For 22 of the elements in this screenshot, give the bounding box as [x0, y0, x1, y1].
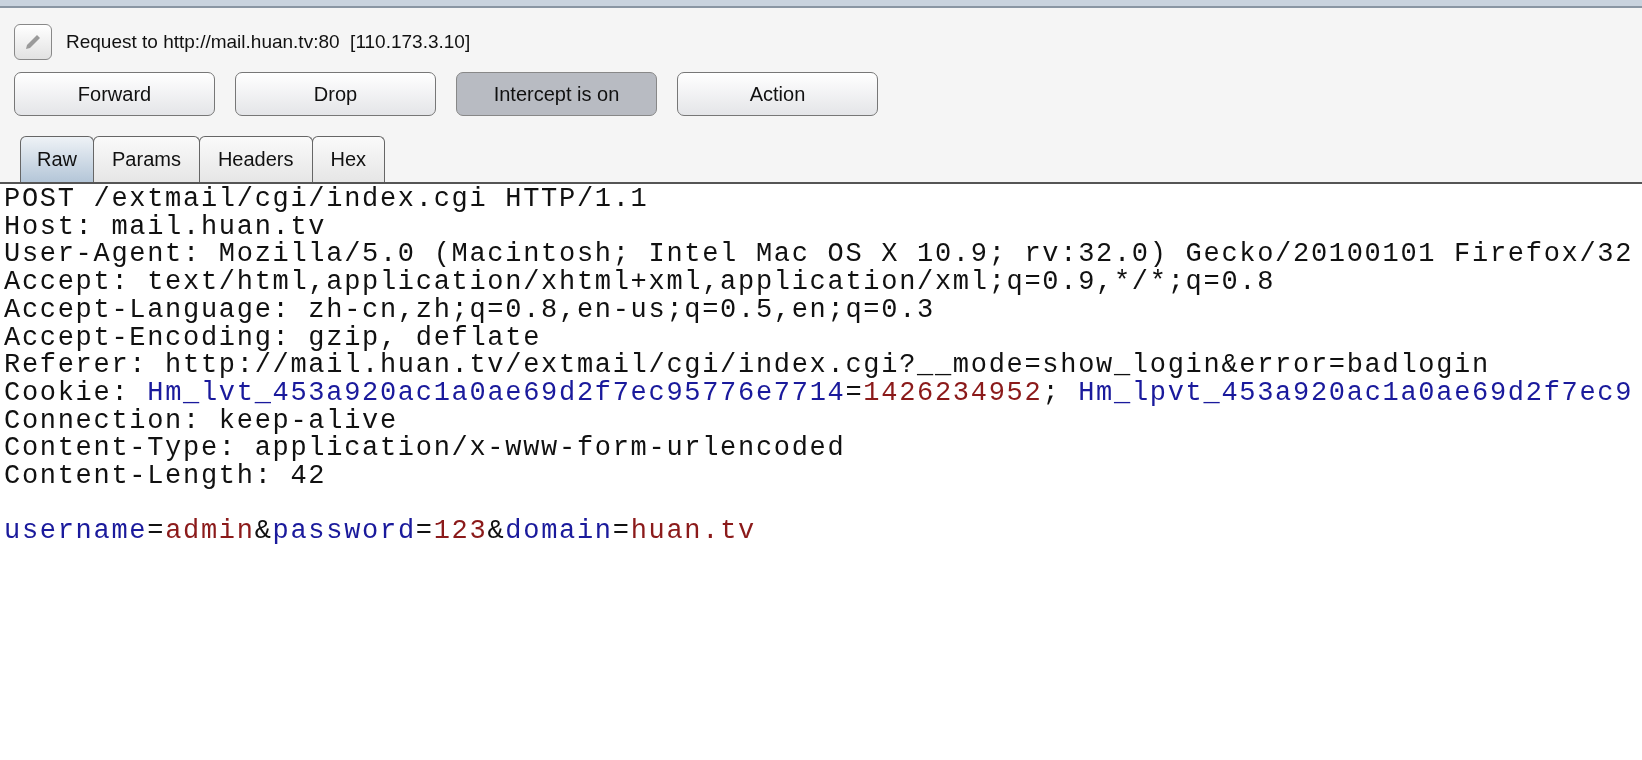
- toolbar-button[interactable]: Forward: [14, 72, 215, 116]
- request-line: Content-Length: 42: [4, 463, 327, 491]
- request-line: Connection: keep-alive: [4, 407, 398, 436]
- request-line: User-Agent: Mozilla/5.0 (Macintosh; Intel Mac OS X 10.9; rv:32.0) Gecko/20100101 Firefox/32: [4, 241, 1634, 270]
- request-line: username=admin&password=123&domain=huan.tv: [4, 518, 756, 547]
- tab[interactable]: Hex: [311, 136, 386, 182]
- tab[interactable]: Params: [93, 136, 200, 182]
- request-line: Referer: http://mail.huan.tv/extmail/cgi/index.cgi?__mode=show_login&error=badlogin: [4, 352, 1490, 380]
- request-line: Accept-Language: zh-cn,zh;q=0.8,en-us;q=0.5,en;q=0.3: [4, 296, 935, 325]
- request-title: Request to http://mail.huan.tv:80 [110.173.3.10]: [66, 31, 471, 53]
- edit-button[interactable]: [14, 24, 52, 60]
- request-line: Content-Type: application/x-www-form-urlencoded: [4, 435, 846, 464]
- toolbar-button[interactable]: Action: [677, 72, 878, 116]
- request-line: Cookie: Hm_lvt_453a920ac1a0ae69d2f7ec95776e7714=1426234952; Hm_lpvt_453a920ac1a0ae69d2f7ec9: [4, 379, 1634, 408]
- toolbar-button[interactable]: Intercept is on: [456, 72, 657, 116]
- tab[interactable]: Raw: [20, 136, 94, 182]
- request-line: Host: mail.huan.tv: [4, 213, 327, 242]
- tab[interactable]: Headers: [198, 136, 313, 182]
- request-line: POST /extmail/cgi/index.cgi HTTP/1.1: [4, 186, 649, 214]
- request-line: Accept: text/html,application/xhtml+xml,application/xml;q=0.9,*/*;q=0.8: [4, 269, 1276, 297]
- toolbar-button[interactable]: Drop: [235, 72, 436, 116]
- request-line: Accept-Encoding: gzip, deflate: [4, 324, 542, 353]
